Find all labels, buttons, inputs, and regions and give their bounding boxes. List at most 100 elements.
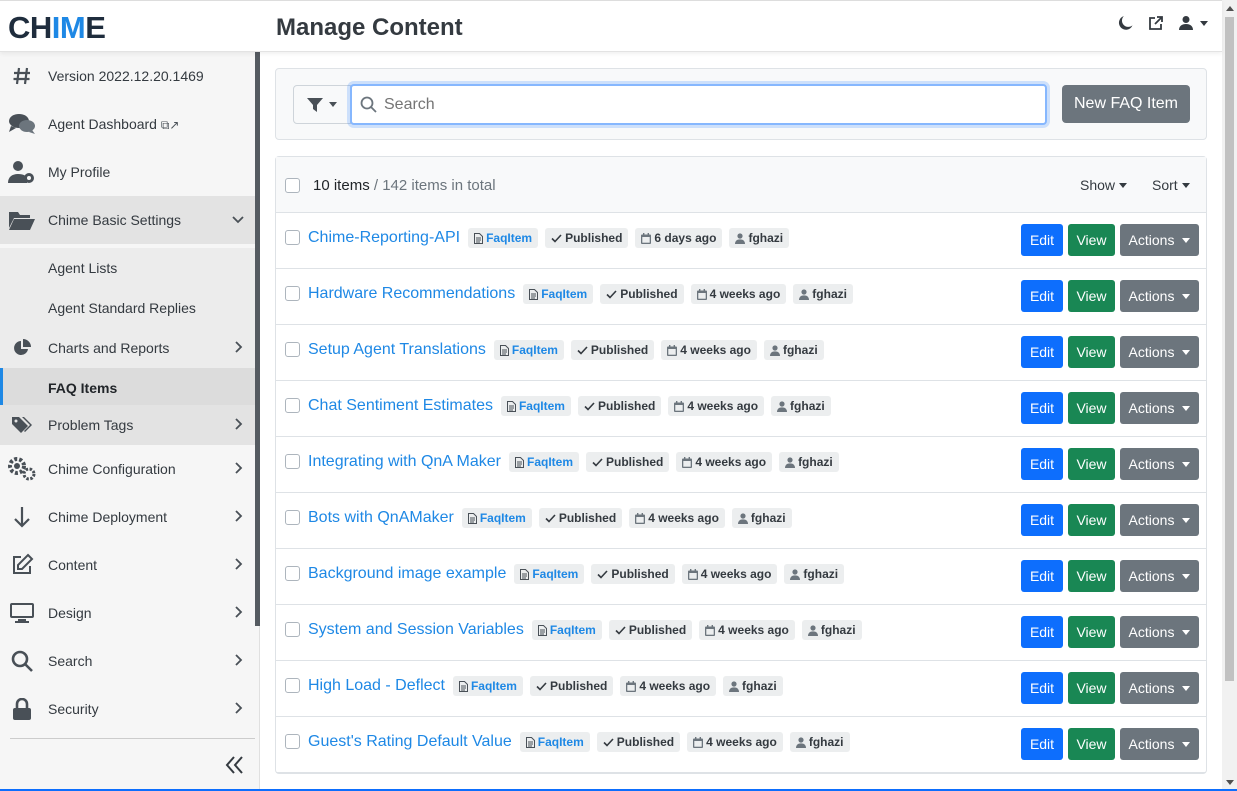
author-label: fghazi xyxy=(798,455,833,469)
row-checkbox[interactable] xyxy=(285,566,300,581)
user-menu[interactable] xyxy=(1178,15,1208,31)
document-icon xyxy=(499,344,509,356)
status-badge: Published xyxy=(591,564,675,584)
item-title-link[interactable]: System and Session Variables xyxy=(308,621,524,639)
content-list: 10 items / 142 items in total Show Sort … xyxy=(275,156,1207,774)
row-checkbox[interactable] xyxy=(285,678,300,693)
scroll-up-icon[interactable] xyxy=(1226,6,1234,11)
select-all-checkbox[interactable] xyxy=(285,178,300,193)
edit-button[interactable]: Edit xyxy=(1021,560,1063,592)
actions-dropdown-button[interactable]: Actions xyxy=(1120,504,1199,536)
sidebar-item-security[interactable]: Security xyxy=(0,685,255,733)
list-item: Setup Agent Translations FaqItem Publish… xyxy=(276,325,1206,381)
edit-button[interactable]: Edit xyxy=(1021,392,1063,424)
sidebar-item-chime-deployment[interactable]: Chime Deployment xyxy=(0,493,255,541)
item-title-link[interactable]: Chat Sentiment Estimates xyxy=(308,397,493,415)
view-button[interactable]: View xyxy=(1068,224,1115,256)
author-badge: fghazi xyxy=(731,508,792,528)
scrollbar-thumb[interactable] xyxy=(1225,17,1234,681)
actions-label: Actions xyxy=(1128,736,1175,752)
chime-logo[interactable]: CHIME xyxy=(8,12,106,43)
view-button[interactable]: View xyxy=(1068,728,1115,760)
row-checkbox[interactable] xyxy=(285,342,300,357)
view-button[interactable]: View xyxy=(1068,280,1115,312)
caret-down-icon xyxy=(1181,182,1190,188)
sidebar-item-my-profile[interactable]: My Profile xyxy=(0,148,255,196)
view-button[interactable]: View xyxy=(1068,448,1115,480)
sidebar-item-search[interactable]: Search xyxy=(0,637,255,685)
page-scrollbar[interactable] xyxy=(1222,0,1237,791)
search-input[interactable] xyxy=(384,92,1034,118)
view-button[interactable]: View xyxy=(1068,672,1115,704)
actions-dropdown-button[interactable]: Actions xyxy=(1120,392,1199,424)
row-checkbox[interactable] xyxy=(285,398,300,413)
status-label: Published xyxy=(549,679,608,693)
moon-icon[interactable] xyxy=(1118,15,1134,31)
view-button[interactable]: View xyxy=(1068,392,1115,424)
item-title-link[interactable]: Setup Agent Translations xyxy=(308,341,486,359)
edit-button[interactable]: Edit xyxy=(1021,616,1063,648)
item-title-link[interactable]: Guest's Rating Default Value xyxy=(308,733,512,751)
sidebar-item-chime-configuration[interactable]: Chime Configuration xyxy=(0,445,255,493)
sort-dropdown[interactable]: Sort xyxy=(1152,177,1190,193)
actions-dropdown-button[interactable]: Actions xyxy=(1120,728,1199,760)
edit-button[interactable]: Edit xyxy=(1021,448,1063,480)
actions-dropdown-button[interactable]: Actions xyxy=(1120,224,1199,256)
sidebar-item-problem-tags[interactable]: Problem Tags xyxy=(0,405,255,445)
actions-dropdown-button[interactable]: Actions xyxy=(1120,448,1199,480)
status-badge: Published xyxy=(577,396,662,416)
user-icon xyxy=(799,288,810,300)
item-title-link[interactable]: Chime-Reporting-API xyxy=(308,229,460,247)
caret-down-icon xyxy=(1182,405,1191,411)
actions-dropdown-button[interactable]: Actions xyxy=(1120,616,1199,648)
sidebar-item-agent-standard-replies[interactable]: Agent Standard Replies xyxy=(0,288,255,328)
row-checkbox[interactable] xyxy=(285,510,300,525)
author-badge: fghazi xyxy=(729,228,790,248)
edit-button[interactable]: Edit xyxy=(1021,224,1063,256)
item-title-link[interactable]: Integrating with QnA Maker xyxy=(308,453,501,471)
show-dropdown[interactable]: Show xyxy=(1080,177,1128,193)
view-button[interactable]: View xyxy=(1068,616,1115,648)
sidebar-item-agent-dashboard[interactable]: Agent Dashboard ⧉↗ xyxy=(0,100,255,148)
external-link-icon[interactable] xyxy=(1148,15,1164,31)
sidebar-item-faq-items[interactable]: FAQ Items xyxy=(0,368,255,408)
new-faq-item-button[interactable]: New FAQ Item xyxy=(1062,85,1190,123)
item-title-link[interactable]: Bots with QnAMaker xyxy=(308,509,454,527)
item-title-link[interactable]: Hardware Recommendations xyxy=(308,285,515,303)
actions-dropdown-button[interactable]: Actions xyxy=(1120,336,1199,368)
collapse-sidebar-icon[interactable] xyxy=(224,755,246,780)
document-icon xyxy=(525,736,535,748)
author-label: fghazi xyxy=(742,679,777,693)
filter-button[interactable] xyxy=(293,85,351,124)
sidebar-item-charts-and-reports[interactable]: Charts and Reports xyxy=(0,328,255,368)
sidebar-item-agent-lists[interactable]: Agent Lists xyxy=(0,248,255,288)
scroll-down-icon[interactable] xyxy=(1226,780,1234,785)
actions-dropdown-button[interactable]: Actions xyxy=(1120,560,1199,592)
row-checkbox[interactable] xyxy=(285,230,300,245)
sidebar-item-chime-basic-settings[interactable]: Chime Basic Settings xyxy=(0,196,255,244)
edit-button[interactable]: Edit xyxy=(1021,728,1063,760)
sidebar-item-design[interactable]: Design xyxy=(0,589,255,637)
row-checkbox[interactable] xyxy=(285,454,300,469)
row-checkbox[interactable] xyxy=(285,734,300,749)
edit-button[interactable]: Edit xyxy=(1021,672,1063,704)
item-title-link[interactable]: Background image example xyxy=(308,565,506,583)
sidebar-item-label: Agent Standard Replies xyxy=(48,300,196,316)
item-title-link[interactable]: High Load - Deflect xyxy=(308,677,445,695)
edit-button[interactable]: Edit xyxy=(1021,280,1063,312)
type-label: FaqItem xyxy=(537,735,584,749)
actions-dropdown-button[interactable]: Actions xyxy=(1120,672,1199,704)
actions-dropdown-button[interactable]: Actions xyxy=(1120,280,1199,312)
edit-button[interactable]: Edit xyxy=(1021,504,1063,536)
view-button[interactable]: View xyxy=(1068,336,1115,368)
top-header: CHIME Manage Content xyxy=(0,0,1222,52)
row-checkbox[interactable] xyxy=(285,622,300,637)
row-checkbox[interactable] xyxy=(285,286,300,301)
sidebar-item-content[interactable]: Content xyxy=(0,541,255,589)
edit-button[interactable]: Edit xyxy=(1021,336,1063,368)
view-button[interactable]: View xyxy=(1068,560,1115,592)
search-field[interactable] xyxy=(350,84,1047,125)
sidebar-item-version[interactable]: Version 2022.12.20.1469 xyxy=(0,52,255,100)
view-button[interactable]: View xyxy=(1068,504,1115,536)
date-badge: 4 weeks ago xyxy=(676,452,773,472)
